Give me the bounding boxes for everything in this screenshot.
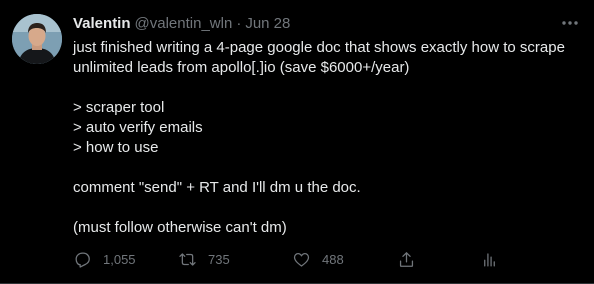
- separator-dot: ·: [236, 14, 242, 32]
- heart-icon: [293, 252, 310, 267]
- reply-icon: [75, 252, 90, 268]
- tweet-line: > scraper tool: [73, 99, 165, 116]
- reply-count: 1,055: [103, 251, 136, 267]
- tweet-line: > auto verify emails: [73, 119, 203, 136]
- tweet-content: Valentin @valentin_wln · Jun 28 just fin…: [73, 12, 573, 238]
- tweet-line: unlimited leads from apollo[.]io (save $…: [73, 59, 410, 76]
- reply-button[interactable]: 1,055: [73, 247, 136, 271]
- share-button[interactable]: [397, 247, 416, 271]
- retweet-button[interactable]: 735: [178, 247, 230, 271]
- author-handle[interactable]: @valentin_wln: [135, 15, 233, 32]
- retweet-count: 735: [208, 251, 230, 267]
- more-icon: [562, 21, 578, 25]
- tweet-line: just finished writing a 4-page google do…: [73, 39, 565, 56]
- tweet[interactable]: Valentin @valentin_wln · Jun 28 just fin…: [0, 0, 594, 284]
- share-icon: [399, 251, 414, 267]
- like-button[interactable]: 488: [292, 247, 344, 271]
- tweet-header: Valentin @valentin_wln · Jun 28: [73, 12, 573, 34]
- author-name[interactable]: Valentin: [73, 15, 131, 32]
- more-button[interactable]: [557, 12, 583, 34]
- tweet-date[interactable]: Jun 28: [245, 15, 290, 32]
- tweet-line: comment "send" + RT and I'll dm u the do…: [73, 179, 361, 196]
- retweet-icon: [179, 252, 196, 266]
- tweet-text: just finished writing a 4-page google do…: [73, 38, 573, 238]
- like-count: 488: [322, 251, 344, 267]
- tweet-line: (must follow otherwise can't dm): [73, 219, 287, 236]
- avatar-image: [12, 14, 62, 64]
- tweet-line: > how to use: [73, 139, 159, 156]
- analytics-button[interactable]: [480, 247, 499, 271]
- avatar[interactable]: [12, 14, 62, 64]
- analytics-icon: [484, 252, 495, 266]
- tweet-actions: 1,055 735 488: [73, 247, 593, 271]
